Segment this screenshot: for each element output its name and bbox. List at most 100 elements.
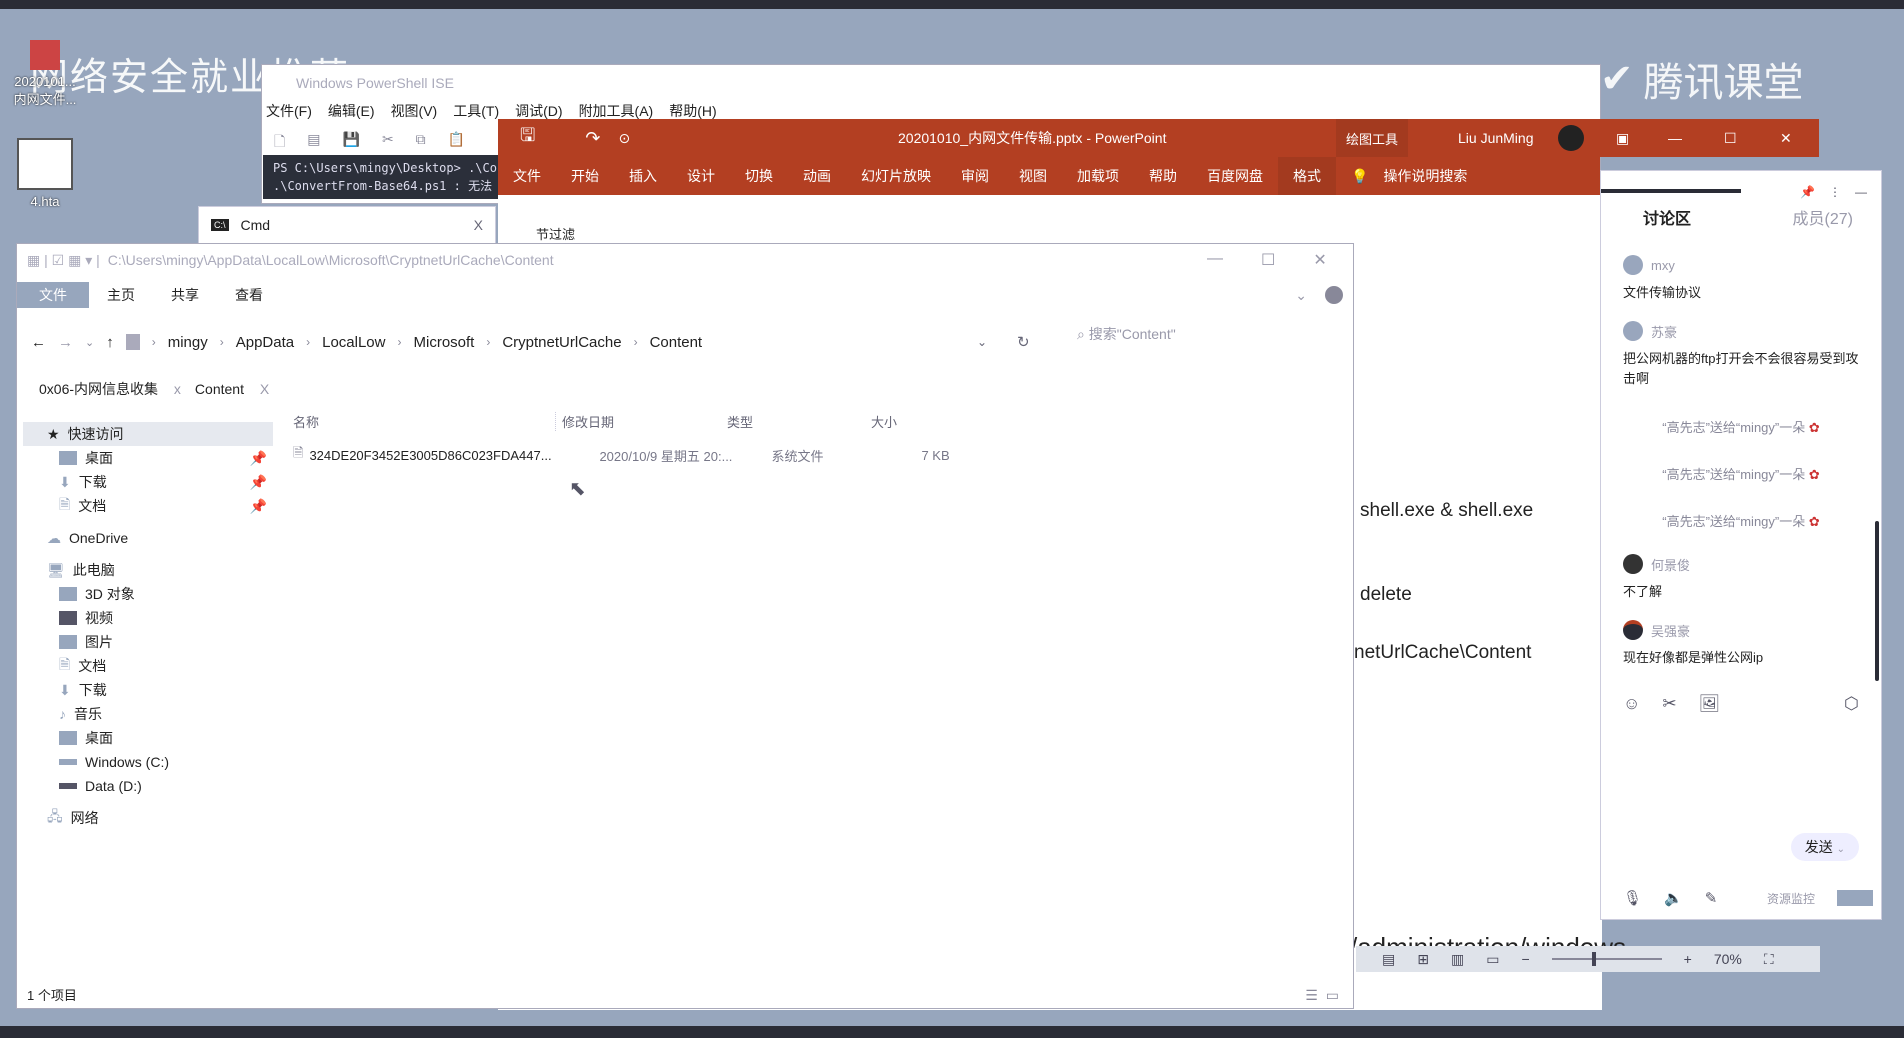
zoom-level[interactable]: 70% [1714, 951, 1742, 967]
breadcrumb-item[interactable]: CryptnetUrlCache [502, 334, 621, 351]
avatar[interactable] [1558, 125, 1584, 151]
ribbon-options-icon[interactable]: ▣ [1616, 130, 1629, 147]
tab-addins[interactable]: 加载项 [1062, 166, 1134, 186]
tab-file[interactable]: 文件 [498, 166, 556, 186]
breadcrumb-item[interactable]: mingy [168, 334, 208, 351]
microphone-icon[interactable]: 🎙 [1623, 889, 1642, 907]
menu-edit[interactable]: 编辑(E) [328, 101, 375, 123]
breadcrumb-item[interactable]: Microsoft [414, 334, 475, 351]
desktop-icon-hta[interactable]: 4.hta [0, 138, 90, 209]
search-box[interactable]: ⌕ 搜索"Content" [1077, 324, 1176, 344]
nav-item[interactable]: Windows (C:) [23, 750, 273, 774]
save-icon[interactable]: 🖫 [520, 123, 535, 153]
tab-home[interactable]: 开始 [556, 166, 614, 186]
minimize-icon[interactable]: — [1855, 185, 1867, 199]
present-icon[interactable]: ⊙ [618, 130, 630, 147]
tab-help[interactable]: 帮助 [1134, 166, 1192, 186]
pin-icon[interactable]: 📌 [250, 450, 267, 467]
tab-animations[interactable]: 动画 [788, 166, 846, 186]
chevron-down-icon[interactable]: ⌄ [1277, 287, 1325, 304]
pin-icon[interactable]: 📌 [250, 474, 267, 491]
nav-item[interactable]: 🗎 文档 📌 [23, 494, 273, 518]
minimize-icon[interactable]: — [1668, 130, 1682, 146]
chevron-down-icon[interactable]: ⌄ [1837, 844, 1845, 855]
tab-transitions[interactable]: 切换 [730, 166, 788, 186]
column-type[interactable]: 类型 [727, 412, 871, 431]
up-icon[interactable]: ↑ [106, 334, 114, 351]
pin-icon[interactable]: 📌 [1800, 185, 1815, 199]
zoom-out-button[interactable]: − [1521, 951, 1529, 967]
zoom-in-button[interactable]: + [1684, 951, 1692, 967]
close-icon[interactable]: x [174, 381, 181, 397]
close-icon[interactable]: ✕ [1780, 130, 1792, 147]
refresh-icon[interactable]: ↻ [1017, 333, 1030, 351]
section-filter[interactable]: 节过滤 [536, 224, 575, 243]
open-icon[interactable]: ▤ [307, 131, 320, 155]
close-icon[interactable]: ✕ [1313, 250, 1326, 270]
cmd-tab[interactable]: C:\ Cmd X [198, 206, 496, 244]
back-icon[interactable]: ← [31, 334, 46, 351]
save-icon[interactable]: 💾 [343, 131, 360, 155]
tab-format[interactable]: 格式 [1278, 157, 1336, 195]
nav-item[interactable]: 🗎 文档 [23, 654, 273, 678]
breadcrumb-item[interactable]: AppData [236, 334, 294, 351]
tab-slideshow[interactable]: 幻灯片放映 [846, 166, 946, 186]
tab-view[interactable]: 查看 [217, 285, 281, 305]
tab-review[interactable]: 审阅 [946, 166, 1004, 186]
nav-item[interactable]: 3D 对象 [23, 582, 273, 606]
tab-members[interactable]: 成员(27) [1793, 205, 1853, 229]
tab-discussion[interactable]: 讨论区 [1643, 205, 1691, 229]
tab-baidu[interactable]: 百度网盘 [1192, 166, 1278, 186]
image-icon[interactable]: 🖼 [1699, 694, 1721, 714]
copy-icon[interactable]: ⧉ [416, 131, 426, 155]
sorter-view-icon[interactable]: ⊞ [1417, 951, 1429, 968]
breadcrumb-item[interactable]: Content [650, 334, 703, 351]
send-button[interactable]: 发送 ⌄ [1790, 833, 1859, 861]
pin-icon[interactable]: 📌 [250, 498, 267, 515]
tab-design[interactable]: 设计 [672, 166, 730, 186]
folder-tab[interactable]: 0x06-内网信息收集 x [39, 379, 181, 399]
close-icon[interactable]: X [474, 217, 483, 233]
pen-icon[interactable]: ✎ [1705, 889, 1718, 907]
nav-item[interactable]: ⬇ 下载 [23, 678, 273, 702]
help-icon[interactable] [1325, 286, 1343, 304]
maximize-icon[interactable]: ☐ [1724, 130, 1737, 147]
tab-share[interactable]: 共享 [153, 285, 217, 305]
nav-this-pc[interactable]: 🖥 此电脑 [23, 558, 273, 582]
chat-scrollbar[interactable] [1875, 521, 1879, 681]
tab-insert[interactable]: 插入 [614, 166, 672, 186]
nav-item[interactable]: 图片 [23, 630, 273, 654]
slideshow-view-icon[interactable]: ▭ [1486, 951, 1499, 968]
quick-access-toolbar-icon[interactable]: ▦ | ☑ ▦ ▾ | [27, 252, 100, 269]
nav-item[interactable]: Data (D:) [23, 774, 273, 798]
tiles-view-icon[interactable]: ▭ [1326, 987, 1339, 1004]
paste-icon[interactable]: 📋 [448, 131, 465, 155]
zoom-slider[interactable] [1551, 952, 1662, 966]
cut-icon[interactable]: ✂ [382, 131, 394, 155]
fit-icon[interactable]: ⛶ [1764, 951, 1774, 968]
column-size[interactable]: 大小 [871, 412, 897, 431]
column-name[interactable]: 名称 [293, 412, 555, 431]
tab-home[interactable]: 主页 [89, 285, 153, 305]
menu-view[interactable]: 视图(V) [391, 101, 438, 123]
recent-chevron-icon[interactable]: ⌄ [85, 336, 94, 349]
menu-tools[interactable]: 工具(T) [453, 101, 499, 123]
tell-me-search[interactable]: 操作说明搜索 [1383, 166, 1482, 186]
reading-view-icon[interactable]: ▥ [1451, 951, 1464, 968]
close-icon[interactable]: X [260, 381, 269, 397]
user-name[interactable]: Liu JunMing [1458, 130, 1534, 146]
address-dropdown-icon[interactable]: ⌄ [977, 335, 987, 349]
nav-item[interactable]: ⬇ 下载 📌 [23, 470, 273, 494]
nav-onedrive[interactable]: ☁ OneDrive [23, 526, 273, 550]
zoom-thumb[interactable] [1591, 952, 1596, 966]
nav-network[interactable]: 🖧 网络 [23, 806, 273, 830]
menu-file[interactable]: 文件(F) [266, 101, 312, 123]
speaker-icon[interactable]: 🔈 [1664, 889, 1683, 907]
nav-item[interactable]: ♪ 音乐 [23, 702, 273, 726]
minimize-icon[interactable]: — [1207, 250, 1223, 270]
maximize-icon[interactable]: ☐ [1261, 250, 1275, 270]
nav-item[interactable]: 桌面 📌 [23, 446, 273, 470]
settings-icon[interactable]: ⬡ [1844, 694, 1859, 714]
folder-tab[interactable]: Content X [195, 381, 269, 397]
nav-item[interactable]: 视频 [23, 606, 273, 630]
